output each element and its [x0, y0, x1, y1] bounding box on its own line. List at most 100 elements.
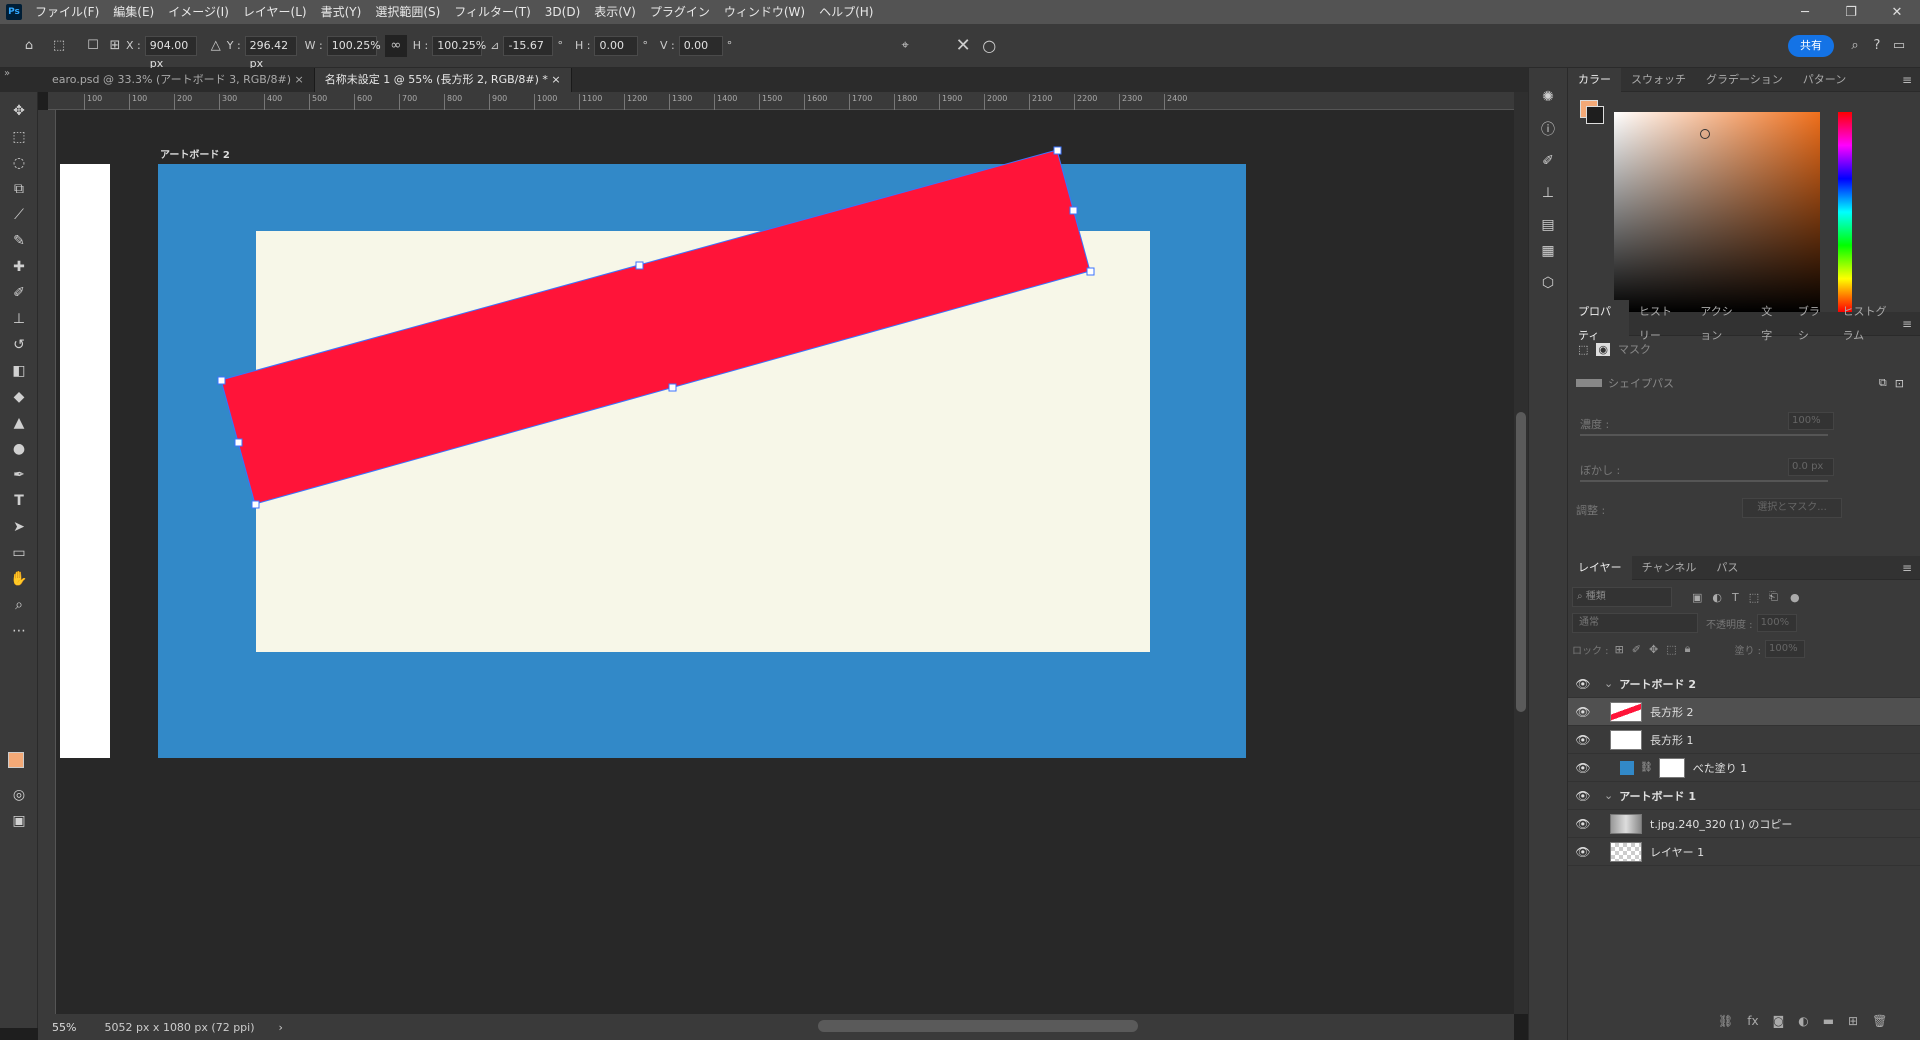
adjustment-layer-icon[interactable]: ◐ — [1798, 1014, 1808, 1028]
screen-mode-icon[interactable]: ▣ — [0, 808, 38, 834]
cancel-transform-icon[interactable]: ✕ — [952, 35, 974, 57]
healing-brush-icon[interactable]: ✚ — [0, 254, 38, 280]
handle-right-mid[interactable] — [1069, 206, 1078, 215]
eyedropper-tool-icon[interactable]: ✎ — [0, 228, 38, 254]
quick-mask-icon[interactable]: ◎ — [0, 782, 38, 808]
dodge-tool-icon[interactable]: ● — [0, 436, 38, 462]
tab-swatches[interactable]: スウォッチ — [1621, 68, 1696, 92]
panel-menu-icon[interactable]: ≡ — [1902, 73, 1912, 87]
vector-mask-icon[interactable]: ◉ — [1596, 342, 1611, 356]
layer-group-artboard-2[interactable]: 👁︎ ⌄ アートボード 2 — [1568, 670, 1920, 698]
menu-3d[interactable]: 3D(D) — [538, 0, 587, 24]
layer-row-rect-1[interactable]: 👁︎ 長方形 1 — [1568, 726, 1920, 754]
visibility-eye-icon[interactable]: 👁︎ — [1568, 733, 1598, 747]
fill-input[interactable]: 100% — [1765, 640, 1806, 658]
brush-settings-icon[interactable]: ✐ — [1529, 148, 1567, 174]
select-and-mask-button[interactable]: 選択とマスク... — [1742, 498, 1842, 518]
reference-point-checkbox[interactable]: ☐ — [82, 35, 104, 57]
lock-pixels-icon[interactable]: ✐ — [1632, 643, 1641, 656]
close-window-icon[interactable]: ✕ — [1874, 0, 1920, 24]
move-tool-icon[interactable]: ✥ — [0, 98, 38, 124]
type-tool-icon[interactable]: T — [0, 488, 38, 514]
home-icon[interactable]: ⌂ — [16, 35, 42, 57]
menu-type[interactable]: 書式(Y) — [314, 0, 369, 24]
h-input[interactable]: 100.25% — [432, 35, 486, 56]
lock-all-icon[interactable]: 🔒︎ — [1685, 642, 1691, 656]
tab-channels[interactable]: チャンネル — [1632, 556, 1707, 580]
layer-filter-select[interactable]: ⌕ 種類 — [1572, 587, 1672, 607]
reference-point-icon[interactable]: ⊞ — [104, 35, 126, 57]
color-picker-cursor[interactable] — [1700, 129, 1710, 139]
visibility-eye-icon[interactable]: 👁︎ — [1568, 845, 1598, 859]
tab-character[interactable]: 文字 — [1751, 300, 1788, 348]
y-input[interactable]: 296.42 px — [244, 35, 297, 70]
vertical-scrollbar-thumb[interactable] — [1516, 412, 1526, 712]
menu-filter[interactable]: フィルター(T) — [447, 0, 537, 24]
filter-type-icon[interactable]: T — [1732, 591, 1739, 604]
visibility-eye-icon[interactable]: 👁︎ — [1568, 677, 1598, 691]
density-input[interactable]: 100% — [1788, 412, 1834, 430]
handle-top-right[interactable] — [1053, 146, 1062, 155]
handle-bottom-right[interactable] — [1086, 267, 1095, 276]
path-select-icon[interactable]: ➤ — [0, 514, 38, 540]
chevron-down-icon[interactable]: ⌄ — [1604, 677, 1613, 690]
restore-icon[interactable]: ❐ — [1828, 0, 1874, 24]
more-tools-icon[interactable]: ⋯ — [0, 618, 38, 644]
layer-row-tjpg-copy[interactable]: 👁︎ t.jpg.240_320 (1) のコピー — [1568, 810, 1920, 838]
object-select-tool-icon[interactable]: ⧉ — [0, 176, 38, 202]
help-icon[interactable]: ? — [1866, 35, 1888, 57]
close-tab-icon[interactable]: × — [295, 73, 304, 86]
menu-file[interactable]: ファイル(F) — [28, 0, 106, 24]
lock-position-icon[interactable]: ✥ — [1649, 643, 1658, 656]
warp-icon[interactable]: ⌖ — [894, 35, 916, 57]
density-slider[interactable] — [1580, 434, 1828, 436]
lock-artboard-icon[interactable]: ⬚ — [1666, 643, 1676, 656]
visibility-eye-icon[interactable]: 👁︎ — [1568, 789, 1598, 803]
layer-group-artboard-1[interactable]: 👁︎ ⌄ アートボード 1 — [1568, 782, 1920, 810]
tab-histogram[interactable]: ヒストグラム — [1833, 300, 1902, 348]
notes-icon[interactable]: ▦ — [1529, 238, 1567, 264]
workspace-icon[interactable]: ▭ — [1888, 35, 1910, 57]
filter-shape-icon[interactable]: ⬚ — [1749, 591, 1759, 604]
vskew-input[interactable]: 0.00 — [678, 35, 723, 56]
relative-position-icon[interactable]: △ — [205, 35, 227, 57]
blur-tool-icon[interactable]: ▲ — [0, 410, 38, 436]
pen-tool-icon[interactable]: ✒ — [0, 462, 38, 488]
feather-slider[interactable] — [1580, 480, 1828, 482]
menu-image[interactable]: イメージ(I) — [161, 0, 236, 24]
learn-icon[interactable]: ✺ — [1529, 84, 1567, 110]
lasso-tool-icon[interactable]: ◌ — [0, 150, 38, 176]
zoom-tool-icon[interactable]: ⌕ — [0, 592, 38, 618]
handle-top-mid[interactable] — [635, 261, 644, 270]
eraser-tool-icon[interactable]: ◧ — [0, 358, 38, 384]
hand-tool-icon[interactable]: ✋ — [0, 566, 38, 592]
rectangle-tool-icon[interactable]: ▭ — [0, 540, 38, 566]
paint-bucket-icon[interactable]: ◆ — [0, 384, 38, 410]
fx-icon[interactable]: fx — [1747, 1014, 1758, 1028]
collapse-icon[interactable]: » — [4, 68, 10, 79]
feather-input[interactable]: 0.0 px — [1788, 458, 1834, 476]
tab-patterns[interactable]: パターン — [1793, 68, 1856, 92]
close-tab-icon[interactable]: × — [551, 73, 560, 86]
menu-help[interactable]: ヘルプ(H) — [812, 0, 880, 24]
visibility-eye-icon[interactable]: 👁︎ — [1568, 705, 1598, 719]
blend-mode-select[interactable]: 通常 — [1572, 613, 1698, 633]
visibility-eye-icon[interactable]: 👁︎ — [1568, 817, 1598, 831]
handle-top-left[interactable] — [217, 376, 226, 385]
zoom-level[interactable]: 55% — [52, 1021, 76, 1034]
foreground-color-swatch[interactable] — [8, 752, 24, 768]
layer-row-fill-1[interactable]: 👁︎ ⛓︎ べた塗り 1 — [1568, 754, 1920, 782]
tab-earo[interactable]: earo.psd @ 33.3% (アートボード 3, RGB/8#) × — [42, 68, 315, 92]
brush-tool-icon[interactable]: ✐ — [0, 280, 38, 306]
add-mask-icon[interactable]: ◙ — [1773, 1014, 1785, 1028]
angle-input[interactable]: -15.67 — [503, 35, 554, 56]
x-input[interactable]: 904.00 px — [144, 35, 197, 70]
tab-actions[interactable]: アクション — [1690, 300, 1751, 348]
minimize-icon[interactable]: ─ — [1782, 0, 1828, 24]
hue-slider[interactable] — [1838, 112, 1852, 312]
clone-source-icon[interactable]: ⊥ — [1529, 180, 1567, 206]
layer-row-layer-1[interactable]: 👁︎ レイヤー 1 — [1568, 838, 1920, 866]
new-group-icon[interactable]: ▬ — [1823, 1014, 1834, 1028]
menu-select[interactable]: 選択範囲(S) — [368, 0, 447, 24]
link-layers-icon[interactable]: ⛓︎ — [1718, 1014, 1733, 1028]
